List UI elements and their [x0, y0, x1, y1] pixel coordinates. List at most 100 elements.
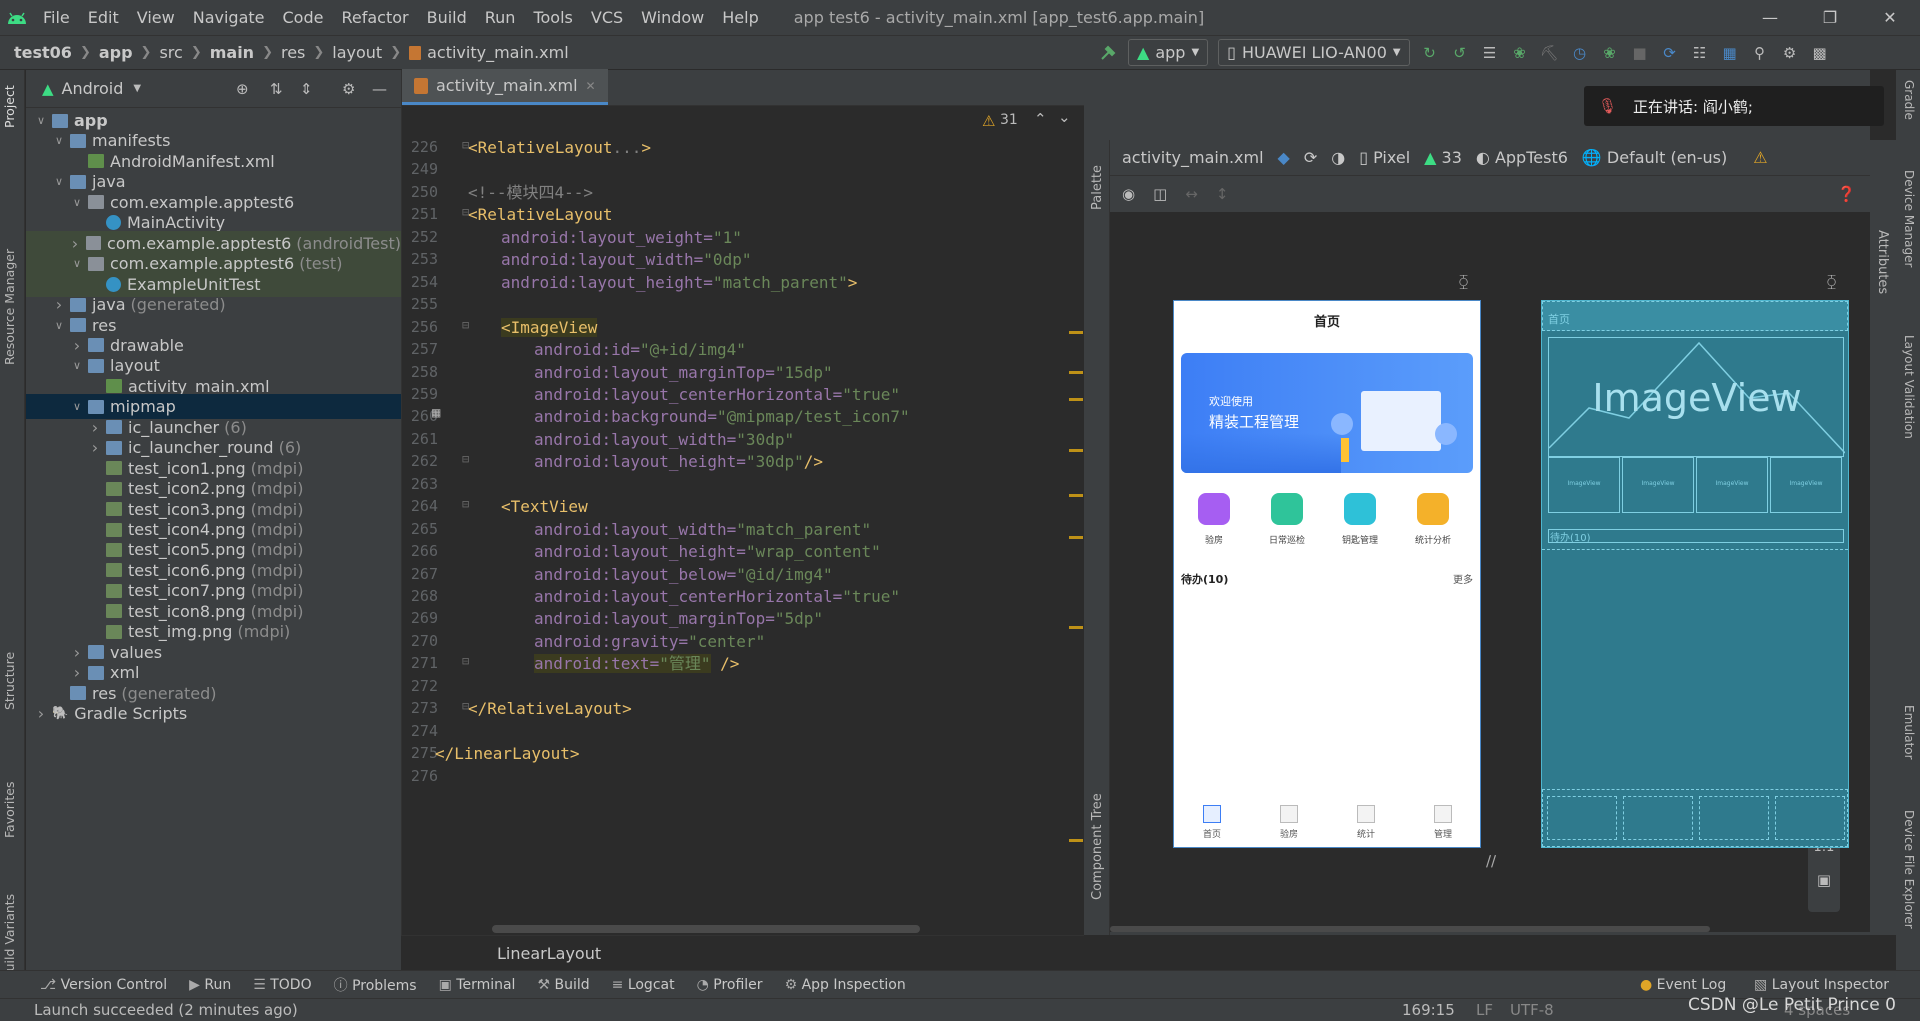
prev-highlight-icon[interactable]: ⌃: [1034, 110, 1047, 128]
bottom-nav-item[interactable]: 验房: [1251, 799, 1327, 847]
restore-icon[interactable]: ❐: [1800, 0, 1860, 35]
code-line[interactable]: 276: [402, 763, 1085, 790]
chevron-right-icon[interactable]: ›: [70, 643, 84, 662]
favorites-tool-button[interactable]: Favorites: [2, 782, 17, 838]
warning-icon[interactable]: ⚠: [982, 112, 995, 130]
breadcrumb-item[interactable]: layout: [332, 43, 382, 62]
tool-window-app-inspection[interactable]: ⚙ App Inspection: [785, 977, 906, 993]
account-icon[interactable]: ▩: [1810, 43, 1830, 63]
tool-window-event-log[interactable]: ● Event Log: [1640, 977, 1726, 993]
locate-target-icon[interactable]: ⊕: [236, 80, 249, 98]
breadcrumb-item[interactable]: activity_main.xml: [427, 43, 569, 62]
fold-marker-icon[interactable]: ⊟: [462, 452, 469, 466]
menu-window[interactable]: Window: [632, 0, 713, 35]
build-variants-tool-button[interactable]: Build Variants: [2, 894, 17, 980]
breadcrumb-item[interactable]: src: [159, 43, 182, 62]
device-select[interactable]: ▯ Pixel: [1359, 148, 1410, 167]
chevron-right-icon[interactable]: ›: [68, 234, 81, 253]
breadcrumb-item[interactable]: app: [99, 43, 133, 62]
chevron-down-icon[interactable]: ∨: [52, 319, 66, 332]
caret-position[interactable]: 169:15: [1402, 1001, 1455, 1019]
warning-marker[interactable]: [1069, 494, 1083, 497]
tool-window-run[interactable]: ▶ Run: [189, 977, 231, 993]
menu-vcs[interactable]: VCS: [582, 0, 632, 35]
pin-icon[interactable]: ⧲: [1827, 272, 1836, 290]
columns-icon[interactable]: ◫: [1153, 185, 1167, 203]
close-icon[interactable]: ✕: [1860, 0, 1920, 35]
more-link[interactable]: 更多: [1453, 571, 1473, 586]
bottom-nav-item[interactable]: 首页: [1174, 799, 1250, 847]
chevron-right-icon[interactable]: ›: [34, 704, 48, 723]
tool-window-todo[interactable]: ☰ TODO: [253, 977, 311, 993]
device-manager-icon[interactable]: ☷: [1690, 43, 1710, 63]
help-icon[interactable]: ❓: [1837, 185, 1856, 203]
device-manager-tool-button[interactable]: Device Manager: [1902, 170, 1916, 267]
warning-marker[interactable]: [1069, 449, 1083, 452]
orientation-icon[interactable]: ⟳: [1304, 148, 1317, 167]
debug-icon[interactable]: ❀: [1510, 43, 1530, 63]
fold-marker-icon[interactable]: ⊟: [462, 138, 469, 152]
next-highlight-icon[interactable]: ⌄: [1058, 108, 1071, 126]
menu-help[interactable]: Help: [713, 0, 767, 35]
breadcrumb-item[interactable]: main: [210, 43, 254, 62]
hide-panel-icon[interactable]: —: [372, 80, 387, 98]
bottom-nav-item[interactable]: 统计: [1328, 799, 1404, 847]
stop-icon[interactable]: ■: [1630, 43, 1650, 63]
project-tool-button[interactable]: Project: [2, 85, 17, 128]
fold-marker-icon[interactable]: ⊟: [462, 654, 469, 668]
gradle-tool-button[interactable]: Gradle: [1902, 80, 1916, 120]
minimize-icon[interactable]: —: [1740, 0, 1800, 35]
chevron-down-icon[interactable]: ∨: [34, 114, 48, 127]
layout-file-select[interactable]: activity_main.xml: [1122, 148, 1264, 167]
palette-tool-button[interactable]: Palette: [1090, 165, 1105, 210]
warning-count[interactable]: 31: [1000, 112, 1018, 128]
sync-gradle-icon[interactable]: ⟳: [1660, 43, 1680, 63]
tree-row[interactable]: › 🐘 Gradle Scripts: [26, 701, 401, 726]
project-view-select[interactable]: Android: [62, 79, 124, 98]
coverage-icon[interactable]: ⛏: [1540, 43, 1560, 63]
file-encoding[interactable]: UTF-8: [1510, 1001, 1554, 1019]
warning-marker[interactable]: [1069, 536, 1083, 539]
grid-item[interactable]: 统计分析: [1395, 493, 1471, 557]
chevron-right-icon[interactable]: ›: [52, 295, 66, 314]
chevron-right-icon[interactable]: ›: [88, 418, 102, 437]
chevron-down-icon[interactable]: ∨: [52, 175, 66, 188]
error-stripe[interactable]: [1065, 136, 1085, 931]
blueprint-preview[interactable]: 首页 ImageView ImageView ImageView ImageView…: [1541, 300, 1849, 848]
tool-window-logcat[interactable]: ≡ Logcat: [612, 977, 675, 993]
chevron-down-icon[interactable]: ∨: [70, 400, 84, 413]
tool-window-terminal[interactable]: ▣ Terminal: [439, 977, 516, 993]
grid-item[interactable]: 日常巡检: [1249, 493, 1325, 557]
horizontal-resize-icon[interactable]: ↔: [1185, 185, 1198, 203]
grid-item[interactable]: 验房: [1176, 493, 1252, 557]
status-message[interactable]: Launch succeeded (2 minutes ago): [34, 1001, 298, 1019]
run-list-icon[interactable]: ☰: [1480, 43, 1500, 63]
night-mode-icon[interactable]: ◑: [1331, 148, 1345, 167]
emulator-tool-button[interactable]: Emulator: [1902, 705, 1916, 760]
warning-marker[interactable]: [1069, 398, 1083, 401]
chevron-down-icon[interactable]: ∨: [52, 134, 66, 147]
pin-icon[interactable]: ⧲: [1459, 272, 1468, 290]
chevron-down-icon[interactable]: ∨: [70, 359, 84, 372]
locale-select[interactable]: 🌐 Default (en-us): [1582, 148, 1727, 167]
chevron-down-icon[interactable]: ∨: [70, 196, 84, 209]
expand-all-icon[interactable]: ⇅: [270, 80, 283, 98]
menu-navigate[interactable]: Navigate: [184, 0, 274, 35]
chevron-right-icon[interactable]: ›: [70, 336, 84, 355]
breadcrumb-item[interactable]: res: [281, 43, 305, 62]
menu-file[interactable]: File: [34, 0, 79, 35]
zoom-fit-icon[interactable]: ▣: [1808, 864, 1840, 896]
apply-changes-icon[interactable]: ↻: [1420, 43, 1440, 63]
menu-build[interactable]: Build: [418, 0, 476, 35]
warning-marker[interactable]: [1069, 371, 1083, 374]
warning-marker[interactable]: [1069, 839, 1083, 842]
chevron-down-icon[interactable]: ▼: [133, 83, 141, 94]
phone-preview[interactable]: 首页 欢迎使用 精装工程管理 验房 日常巡检 钥匙管理 统计分析 待办(10) 更多 …: [1173, 300, 1481, 848]
vertical-resize-icon[interactable]: ↕: [1216, 185, 1229, 203]
api-select[interactable]: ▲ 33: [1424, 148, 1462, 167]
warning-icon[interactable]: ⚠: [1753, 148, 1767, 167]
fold-marker-icon[interactable]: ⊟: [462, 497, 469, 511]
image-gutter-icon[interactable]: ▦: [432, 405, 440, 421]
design-surface-icon[interactable]: ◆: [1278, 148, 1290, 167]
tool-window-layout-inspector[interactable]: ▧ Layout Inspector: [1754, 977, 1889, 993]
